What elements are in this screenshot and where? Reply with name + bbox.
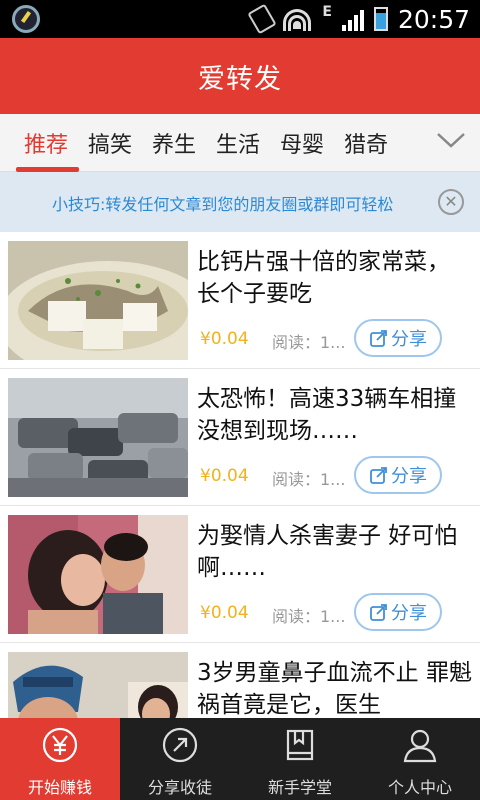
list-item[interactable]: 3岁男童鼻子血流不止 罪魁祸首竟是它，医生 bbox=[0, 643, 480, 718]
status-bar: E 20:57 bbox=[0, 0, 480, 38]
nav-share-recruit[interactable]: 分享收徒 bbox=[120, 718, 240, 800]
article-thumbnail bbox=[8, 241, 188, 360]
article-reward: ¥0.04 bbox=[200, 466, 249, 486]
app-header: 爱转发 bbox=[0, 38, 480, 114]
nav-label: 开始赚钱 bbox=[27, 778, 92, 797]
tab-life[interactable]: 生活 bbox=[216, 127, 260, 159]
close-icon[interactable]: ✕ bbox=[438, 189, 464, 215]
screen-rotate-icon bbox=[247, 3, 278, 35]
share-label: 分享 bbox=[391, 329, 427, 350]
list-item[interactable]: 比钙片强十倍的家常菜，长个子要吃 ¥0.04 阅读：1... 分享 bbox=[0, 232, 480, 369]
nav-start-earning[interactable]: 开始赚钱 bbox=[0, 718, 120, 800]
tip-banner: 小技巧:转发任何文章到您的朋友圈或群即可轻松 ✕ bbox=[0, 172, 480, 232]
share-button[interactable]: 分享 bbox=[354, 319, 442, 357]
nav-personal-center[interactable]: 个人中心 bbox=[360, 718, 480, 800]
share-icon bbox=[370, 330, 387, 347]
yen-circle-icon bbox=[42, 727, 78, 763]
bottom-nav: 开始赚钱 分享收徒 新手学堂 个人中心 bbox=[0, 718, 480, 800]
wifi-icon bbox=[282, 7, 312, 31]
share-button[interactable]: 分享 bbox=[354, 456, 442, 494]
arrow-circle-icon bbox=[162, 727, 198, 763]
share-label: 分享 bbox=[391, 466, 427, 487]
list-item[interactable]: 为娶情人杀害妻子 好可怕啊…… ¥0.04 阅读：1... 分享 bbox=[0, 506, 480, 643]
app-notification-icon bbox=[12, 5, 40, 33]
person-icon bbox=[403, 729, 437, 763]
article-read-count: 阅读：1... bbox=[272, 607, 346, 626]
share-icon bbox=[370, 467, 387, 484]
article-title: 3岁男童鼻子血流不止 罪魁祸首竟是它，医生 bbox=[197, 660, 472, 718]
tab-curious[interactable]: 猎奇 bbox=[344, 127, 388, 159]
article-read-count: 阅读：1... bbox=[272, 333, 346, 352]
share-icon bbox=[370, 604, 387, 621]
book-icon bbox=[286, 729, 314, 761]
battery-icon bbox=[373, 7, 388, 31]
nav-beginner-school[interactable]: 新手学堂 bbox=[240, 718, 360, 800]
article-reward: ¥0.04 bbox=[200, 603, 249, 623]
article-read-count: 阅读：1... bbox=[272, 470, 346, 489]
category-tabs: 推荐 搞笑 养生 生活 母婴 猎奇 bbox=[0, 114, 480, 172]
article-title: 比钙片强十倍的家常菜，长个子要吃 bbox=[197, 249, 450, 307]
article-reward: ¥0.04 bbox=[200, 329, 249, 349]
article-thumbnail bbox=[8, 652, 188, 718]
clock: 20:57 bbox=[397, 4, 470, 34]
tip-text: 小技巧:转发任何文章到您的朋友圈或群即可轻松 bbox=[52, 195, 394, 214]
share-button[interactable]: 分享 bbox=[354, 593, 442, 631]
tab-funny[interactable]: 搞笑 bbox=[88, 127, 132, 159]
chevron-down-icon[interactable] bbox=[436, 130, 466, 156]
article-thumbnail bbox=[8, 515, 188, 634]
tab-recommend[interactable]: 推荐 bbox=[24, 127, 68, 159]
article-title: 太恐怖！高速33辆车相撞 没想到现场…… bbox=[197, 386, 457, 444]
tab-health[interactable]: 养生 bbox=[152, 127, 196, 159]
system-icons: E 20:57 bbox=[247, 0, 480, 38]
nav-label: 新手学堂 bbox=[267, 778, 332, 797]
nav-label: 分享收徒 bbox=[147, 778, 212, 797]
list-item[interactable]: 太恐怖！高速33辆车相撞 没想到现场…… ¥0.04 阅读：1... 分享 bbox=[0, 369, 480, 506]
app-title: 爱转发 bbox=[198, 63, 282, 95]
article-title: 为娶情人杀害妻子 好可怕啊…… bbox=[197, 523, 458, 581]
article-thumbnail bbox=[8, 378, 188, 497]
signal-icon bbox=[341, 7, 364, 31]
tab-mother-baby[interactable]: 母婴 bbox=[280, 127, 324, 159]
share-label: 分享 bbox=[391, 603, 427, 624]
article-list: 比钙片强十倍的家常菜，长个子要吃 ¥0.04 阅读：1... 分享 太恐怖！高速… bbox=[0, 232, 480, 718]
nav-label: 个人中心 bbox=[387, 778, 452, 797]
network-type-label: E bbox=[322, 4, 332, 20]
